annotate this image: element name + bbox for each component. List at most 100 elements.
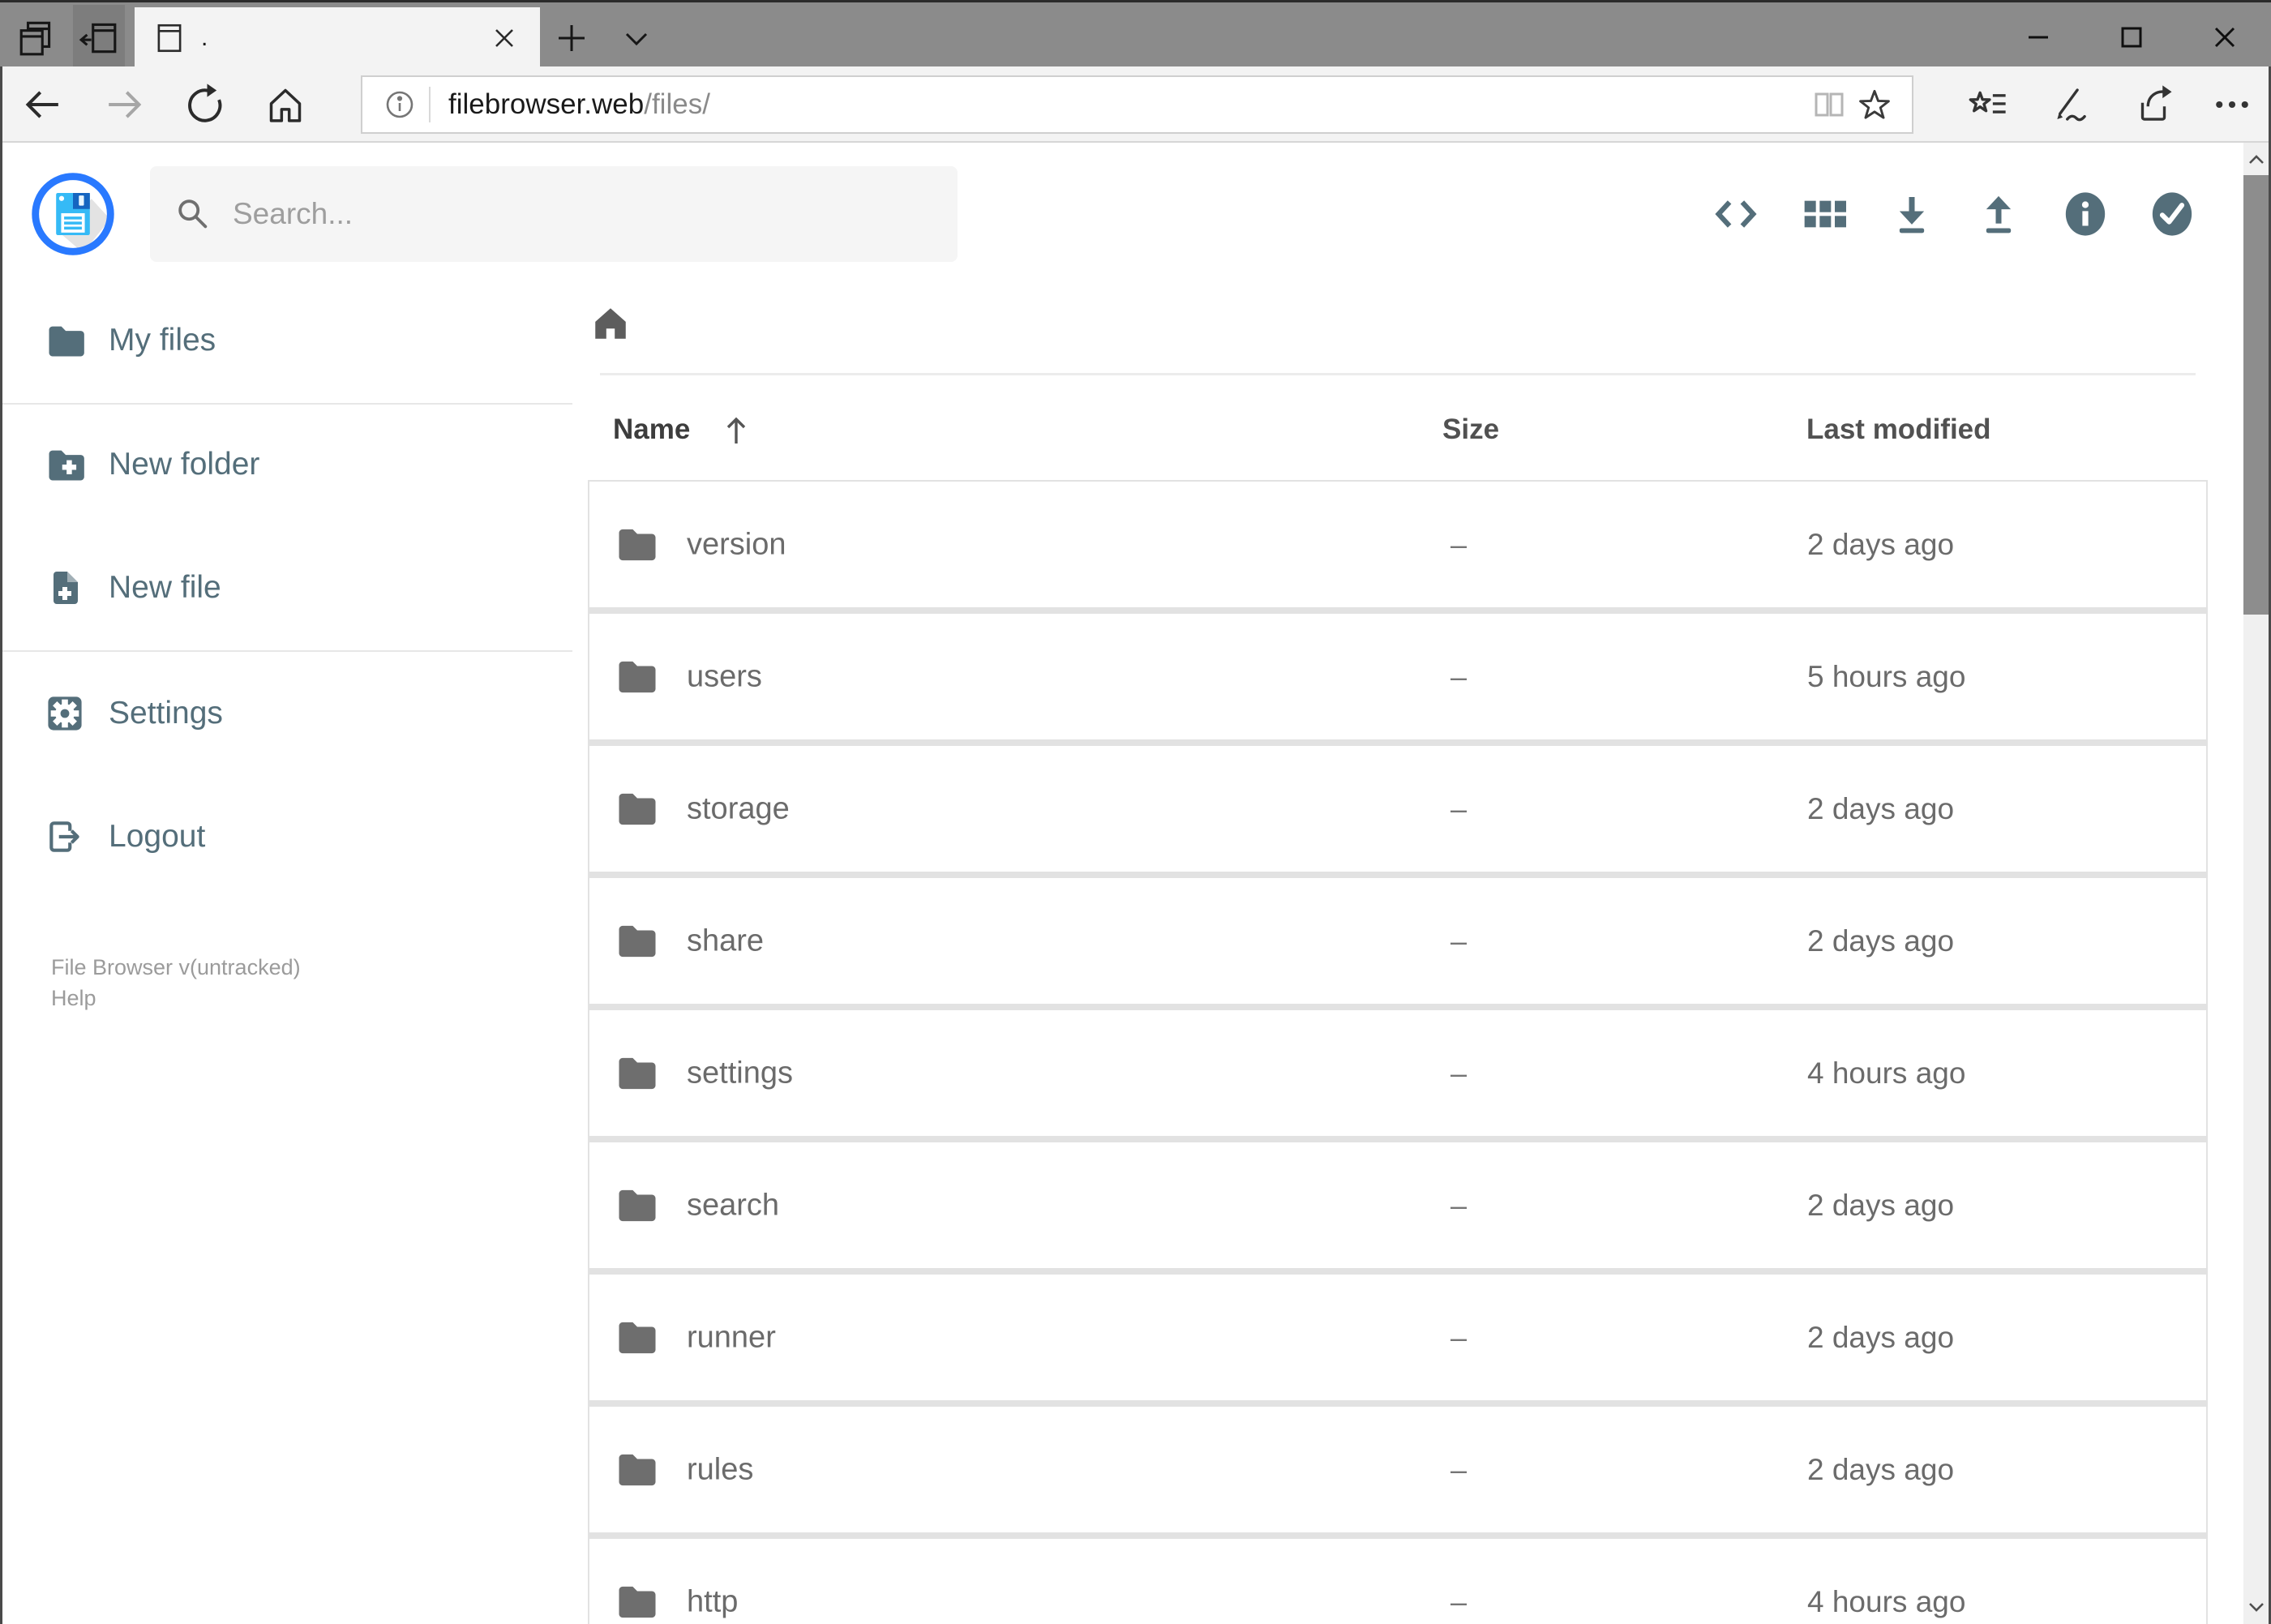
folder-icon [615,525,659,565]
file-size: – [1450,1452,1468,1486]
sidebar-item-label: New folder [109,447,260,482]
web-note-button[interactable] [2044,80,2094,129]
page-scrollbar[interactable] [2243,143,2269,1624]
file-row-runner[interactable]: runner – 2 days ago [589,1275,2206,1400]
folder-plus-icon [44,443,86,486]
column-header-size[interactable]: Size [1442,409,1499,450]
file-modified: 2 days ago [1807,1452,1955,1486]
sidebar-item-logout[interactable]: Logout [0,796,572,877]
filebrowser-logo[interactable] [31,172,115,256]
hub-icon [1969,91,2006,114]
folder-icon [615,1450,659,1490]
column-header-name[interactable]: Name [613,409,690,450]
file-modified: 2 days ago [1807,1320,1955,1354]
upload-button[interactable] [1971,186,2026,242]
maximize-button[interactable] [2085,5,2178,69]
address-bar[interactable]: filebrowser.web/files/ [361,75,1913,134]
folder-icon [615,789,659,829]
forward-button[interactable] [101,80,149,129]
home-breadcrumb-icon [595,308,626,339]
tab-preview-icon [17,19,58,56]
file-size: – [1450,923,1468,958]
raw-code-button[interactable] [1708,186,1763,242]
new-tab-icon [555,22,588,54]
sidebar-item-settings[interactable]: Settings [0,673,572,754]
window-border-left [0,66,2,1624]
sidebar-item-my-files[interactable]: My files [0,300,572,381]
gear-icon [44,692,86,735]
file-row-rules[interactable]: rules – 2 days ago [589,1407,2206,1532]
upload-icon [1986,195,2012,234]
info-icon [2065,192,2106,236]
floppy-disk-icon [32,173,114,255]
search-icon [178,199,208,229]
tab-list-button[interactable] [610,7,663,69]
tab-preview-button[interactable] [11,5,63,69]
scroll-down-icon[interactable] [2243,1590,2269,1624]
url-text: filebrowser.web/files/ [448,88,710,121]
favorites-hub-button[interactable] [1961,80,2012,129]
file-row-share[interactable]: share – 2 days ago [589,878,2206,1004]
scroll-up-icon[interactable] [2243,143,2269,177]
sidebar-item-new-folder[interactable]: New folder [0,424,572,505]
folder-icon [615,921,659,962]
more-ellipsis-icon [2216,101,2248,109]
folder-icon [615,1185,659,1226]
column-header-modified[interactable]: Last modified [1806,409,1991,450]
sidebar-item-new-file[interactable]: New file [0,547,572,628]
reading-view-icon [1815,92,1844,117]
version-text: File Browser v(untracked) [51,955,301,979]
set-tabs-aside-button[interactable] [73,5,125,69]
code-icon [1715,200,1757,228]
select-multiple-button[interactable] [2145,186,2200,242]
file-name: version [687,527,786,561]
search-input[interactable] [233,197,933,231]
file-name: runner [687,1320,776,1354]
file-name: rules [687,1452,754,1486]
info-button[interactable] [2058,186,2113,242]
favorite-star-icon [1859,89,1890,119]
folder-icon [615,1582,659,1622]
file-row-settings[interactable]: settings – 4 hours ago [589,1010,2206,1136]
more-options-button[interactable] [2207,80,2257,129]
download-button[interactable] [1884,186,1939,242]
file-modified: 2 days ago [1807,923,1955,958]
breadcrumb-divider [600,373,2196,375]
refresh-button[interactable] [180,80,229,129]
folder-icon [615,1318,659,1358]
search-bar[interactable] [150,166,958,262]
scrollbar-thumb[interactable] [2243,175,2269,615]
add-favorite-button[interactable] [1852,82,1897,127]
switch-view-button[interactable] [1796,186,1851,242]
file-name: search [687,1188,780,1222]
file-size: – [1450,1584,1468,1618]
breadcrumb-home-button[interactable] [589,302,632,345]
file-row-storage[interactable]: storage – 2 days ago [589,746,2206,872]
file-modified: 2 days ago [1807,791,1955,825]
url-domain: filebrowser.web [448,88,645,120]
share-button[interactable] [2128,80,2179,129]
file-size: – [1450,1188,1468,1222]
site-info-icon[interactable] [382,87,418,122]
file-row-search[interactable]: search – 2 days ago [589,1142,2206,1268]
window-close-button[interactable] [2178,5,2271,69]
file-name: share [687,923,765,958]
new-tab-button[interactable] [545,7,598,69]
sort-ascending-icon[interactable] [717,410,756,449]
home-button[interactable] [261,80,310,129]
back-button[interactable] [18,80,66,129]
titlebar: . [0,0,2271,69]
window-controls [1991,5,2271,69]
minimize-button[interactable] [1991,5,2085,69]
file-modified: 4 hours ago [1807,1056,1966,1090]
file-row-http[interactable]: http – 4 hours ago [589,1539,2206,1624]
file-row-users[interactable]: users – 5 hours ago [589,614,2206,739]
browser-tab[interactable]: . [135,7,540,69]
help-link[interactable]: Help [51,986,96,1011]
folder-icon [615,1053,659,1094]
sidebar-item-label: Settings [109,696,223,731]
tab-close-button[interactable] [486,20,522,56]
folder-icon [44,319,86,362]
file-row-version[interactable]: version – 2 days ago [589,482,2206,607]
file-modified: 5 hours ago [1807,659,1966,693]
